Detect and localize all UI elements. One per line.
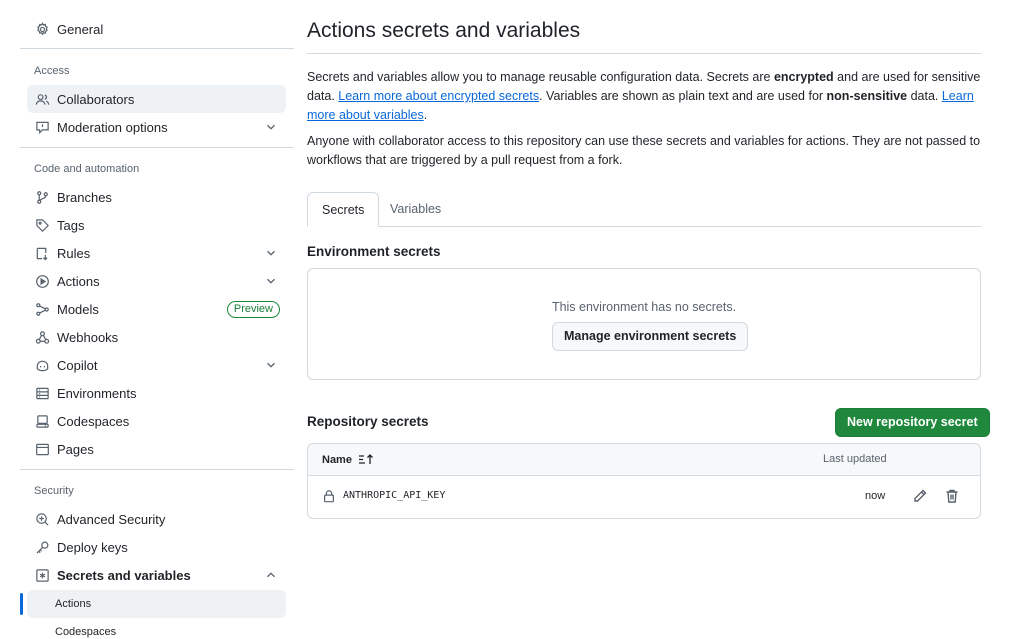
pencil-icon[interactable] <box>912 488 928 504</box>
sidebar-item-label: Collaborators <box>57 91 135 107</box>
sidebar-item-codespaces[interactable]: Codespaces <box>27 407 286 435</box>
environment-secrets-box: This environment has no secrets. Manage … <box>307 268 981 380</box>
sidebar-item-label: Models <box>57 301 99 317</box>
trash-icon[interactable] <box>944 488 960 504</box>
sidebar-item-label: Secrets and variables <box>57 567 191 583</box>
sidebar-subitem-actions[interactable]: Actions <box>27 590 286 618</box>
sidebar-item-models[interactable]: Models Preview <box>27 295 286 323</box>
sidebar-item-label: Rules <box>57 245 91 261</box>
column-last-updated-header: Last updated <box>823 453 887 465</box>
chevron-up-icon <box>267 572 275 578</box>
table-row: ANTHROPIC_API_KEY now <box>308 476 980 518</box>
report-icon <box>34 119 50 135</box>
sidebar-heading-code: Code and automation <box>34 163 140 175</box>
page-title: Actions secrets and variables <box>307 19 581 42</box>
sidebar-item-label: Moderation options <box>57 119 168 135</box>
sidebar-item-moderation[interactable]: Moderation options <box>27 113 286 141</box>
sidebar-item-tags[interactable]: Tags <box>27 211 286 239</box>
title-divider <box>307 53 981 54</box>
tab-variables[interactable]: Variables <box>376 192 455 227</box>
sidebar-item-label: Actions <box>57 273 100 289</box>
gear-icon <box>34 21 50 37</box>
preview-badge: Preview <box>226 301 280 318</box>
shield-icon <box>34 511 50 527</box>
models-icon <box>34 301 50 317</box>
table-header: Name Last updated <box>308 444 980 476</box>
sidebar-item-webhooks[interactable]: Webhooks <box>27 323 286 351</box>
sidebar-item-rules[interactable]: Rules <box>27 239 286 267</box>
intro-bold-encrypted: encrypted <box>773 70 834 84</box>
tab-secrets[interactable]: Secrets <box>307 192 380 227</box>
sidebar-divider <box>20 147 294 148</box>
settings-sidebar: General Access Collaborators Moderation … <box>20 0 294 639</box>
intro-text: Secrets and variables allow you to manag… <box>307 70 774 84</box>
column-name-label: Name <box>322 453 352 466</box>
server-icon <box>34 385 50 401</box>
browser-icon <box>34 441 50 457</box>
sidebar-item-pages[interactable]: Pages <box>27 435 286 463</box>
collaborator-paragraph: Anyone with collaborator access to this … <box>307 134 981 167</box>
secrets-variables-tabs: Secrets Variables <box>307 192 981 227</box>
manage-environment-secrets-button[interactable]: Manage environment secrets <box>552 322 749 351</box>
sidebar-item-label: Copilot <box>57 357 98 373</box>
webhook-icon <box>34 329 50 345</box>
chevron-down-icon <box>267 124 275 130</box>
learn-more-secrets-link[interactable]: Learn more about encrypted secrets <box>338 89 539 103</box>
sidebar-item-actions[interactable]: Actions <box>27 267 286 295</box>
sidebar-item-label: Deploy keys <box>57 539 128 555</box>
sort-icon[interactable] <box>358 453 374 466</box>
asterisk-icon <box>34 567 50 583</box>
secret-name: ANTHROPIC_API_KEY <box>343 490 446 501</box>
sidebar-divider <box>20 48 294 49</box>
intro-bold-nonsensitive: non-sensitive <box>826 89 908 103</box>
environment-empty-message: This environment has no secrets. <box>551 300 737 314</box>
sidebar-item-general[interactable]: General <box>27 15 286 43</box>
chevron-down-icon <box>267 278 275 284</box>
environment-secrets-heading: Environment secrets <box>307 244 441 259</box>
column-name-header[interactable]: Name <box>322 453 374 466</box>
copilot-icon <box>34 357 50 373</box>
intro-paragraph: Secrets and variables allow you to manag… <box>307 68 981 125</box>
sidebar-item-label: Webhooks <box>57 329 119 345</box>
chevron-down-icon <box>267 250 275 256</box>
sidebar-item-label: Tags <box>57 217 85 233</box>
sidebar-subitem-codespaces[interactable]: Codespaces <box>27 618 286 639</box>
sidebar-item-label: Environments <box>57 385 137 401</box>
sidebar-item-label: Codespaces <box>57 413 130 429</box>
people-icon <box>34 91 50 107</box>
sidebar-item-advanced-security[interactable]: Advanced Security <box>27 505 286 533</box>
sidebar-item-environments[interactable]: Environments <box>27 379 286 407</box>
new-repository-secret-button[interactable]: New repository secret <box>835 408 990 437</box>
sidebar-item-secrets-variables[interactable]: Secrets and variables <box>27 561 286 589</box>
tag-icon <box>34 217 50 233</box>
key-icon <box>34 539 50 555</box>
sidebar-item-label: Pages <box>57 441 94 457</box>
intro-text: . Variables are shown as plain text and … <box>539 89 827 103</box>
sidebar-heading-security: Security <box>34 485 74 497</box>
repository-secrets-heading: Repository secrets <box>307 414 429 429</box>
sidebar-item-label: General <box>57 21 104 37</box>
repository-secrets-table: Name Last updated ANTHROPIC_API_KEY now <box>307 443 981 519</box>
sidebar-item-collaborators[interactable]: Collaborators <box>27 85 286 113</box>
play-icon <box>34 273 50 289</box>
sidebar-item-label: Branches <box>57 189 112 205</box>
sidebar-divider <box>20 469 294 470</box>
intro-text: data. <box>907 89 942 103</box>
sidebar-item-copilot[interactable]: Copilot <box>27 351 286 379</box>
lock-icon <box>324 490 334 503</box>
secret-last-updated: now <box>865 490 886 502</box>
active-item-marker <box>20 593 23 615</box>
sidebar-item-branches[interactable]: Branches <box>27 183 286 211</box>
branch-icon <box>34 189 50 205</box>
sidebar-heading-access: Access <box>34 65 70 77</box>
chevron-down-icon <box>267 362 275 368</box>
sidebar-item-label: Advanced Security <box>57 511 166 527</box>
codespaces-icon <box>34 413 50 429</box>
rules-icon <box>34 245 50 261</box>
sidebar-item-deploy-keys[interactable]: Deploy keys <box>27 533 286 561</box>
intro-text: . <box>423 108 428 122</box>
tabs-divider <box>307 226 981 227</box>
